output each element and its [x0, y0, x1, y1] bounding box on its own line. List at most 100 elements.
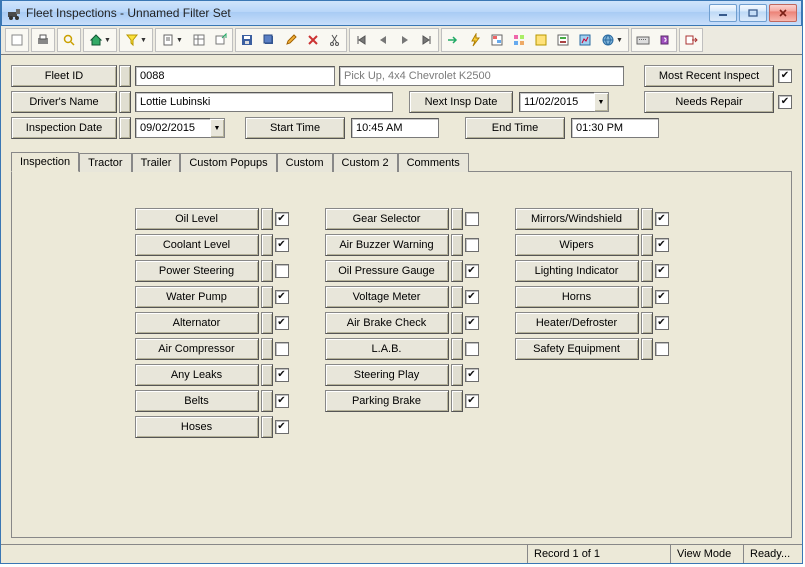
keyboard-icon[interactable] — [633, 30, 653, 50]
checklist-selector[interactable] — [261, 390, 273, 412]
checklist-selector[interactable] — [261, 234, 273, 256]
checklist-checkbox[interactable] — [275, 238, 289, 252]
checklist-checkbox[interactable] — [275, 394, 289, 408]
module3-icon[interactable] — [531, 30, 551, 50]
inspection-date-input[interactable]: 09/02/2015 — [135, 118, 211, 138]
checklist-label[interactable]: Oil Pressure Gauge — [325, 260, 449, 282]
globe-icon[interactable]: ▼ — [597, 30, 627, 50]
checklist-selector[interactable] — [641, 260, 653, 282]
checklist-checkbox[interactable] — [275, 212, 289, 226]
home-dropdown-icon[interactable]: ▼ — [85, 30, 115, 50]
module2-icon[interactable] — [509, 30, 529, 50]
checklist-label[interactable]: L.A.B. — [325, 338, 449, 360]
checklist-checkbox[interactable] — [465, 290, 479, 304]
checklist-label[interactable]: Wipers — [515, 234, 639, 256]
fleet-id-label[interactable]: Fleet ID — [11, 65, 117, 87]
checklist-selector[interactable] — [261, 286, 273, 308]
save-icon[interactable] — [237, 30, 257, 50]
search-icon[interactable] — [59, 30, 79, 50]
module1-icon[interactable] — [487, 30, 507, 50]
checklist-checkbox[interactable] — [655, 264, 669, 278]
checklist-selector[interactable] — [451, 338, 463, 360]
checklist-checkbox[interactable] — [275, 264, 289, 278]
checklist-selector[interactable] — [641, 338, 653, 360]
close-button[interactable] — [769, 4, 797, 22]
next-insp-date-label[interactable]: Next Insp Date — [409, 91, 513, 113]
checklist-selector[interactable] — [261, 338, 273, 360]
checklist-selector[interactable] — [451, 260, 463, 282]
checklist-checkbox[interactable] — [465, 394, 479, 408]
checklist-selector[interactable] — [641, 234, 653, 256]
checklist-selector[interactable] — [261, 312, 273, 334]
checklist-label[interactable]: Gear Selector — [325, 208, 449, 230]
checklist-checkbox[interactable] — [465, 264, 479, 278]
page-dropdown-icon[interactable]: ▼ — [157, 30, 187, 50]
next-icon[interactable] — [395, 30, 415, 50]
checklist-checkbox[interactable] — [655, 238, 669, 252]
checklist-selector[interactable] — [261, 260, 273, 282]
delete-icon[interactable] — [303, 30, 323, 50]
checklist-checkbox[interactable] — [465, 238, 479, 252]
tab-trailer[interactable]: Trailer — [132, 153, 181, 172]
checklist-label[interactable]: Air Compressor — [135, 338, 259, 360]
checklist-selector[interactable] — [641, 208, 653, 230]
inspection-date-label[interactable]: Inspection Date — [11, 117, 117, 139]
save-all-icon[interactable] — [259, 30, 279, 50]
checklist-checkbox[interactable] — [275, 316, 289, 330]
inspection-date-selector[interactable] — [119, 117, 131, 139]
checklist-label[interactable]: Any Leaks — [135, 364, 259, 386]
checklist-label[interactable]: Parking Brake — [325, 390, 449, 412]
exit-icon[interactable] — [681, 30, 701, 50]
first-icon[interactable] — [351, 30, 371, 50]
checklist-label[interactable]: Hoses — [135, 416, 259, 438]
module5-icon[interactable] — [575, 30, 595, 50]
checklist-label[interactable]: Steering Play — [325, 364, 449, 386]
checklist-selector[interactable] — [451, 208, 463, 230]
checklist-label[interactable]: Air Buzzer Warning — [325, 234, 449, 256]
checklist-label[interactable]: Mirrors/Windshield — [515, 208, 639, 230]
minimize-button[interactable] — [709, 4, 737, 22]
inspection-date-dropdown-icon[interactable]: ▼ — [210, 118, 225, 138]
checklist-selector[interactable] — [641, 312, 653, 334]
tab-inspection[interactable]: Inspection — [11, 152, 79, 172]
tab-comments[interactable]: Comments — [398, 153, 469, 172]
drivers-name-input[interactable]: Lottie Lubinski — [135, 92, 393, 112]
checklist-label[interactable]: Voltage Meter — [325, 286, 449, 308]
fleet-id-input[interactable]: 0088 — [135, 66, 335, 86]
checklist-label[interactable]: Oil Level — [135, 208, 259, 230]
checklist-label[interactable]: Heater/Defroster — [515, 312, 639, 334]
start-time-input[interactable]: 10:45 AM — [351, 118, 439, 138]
checklist-label[interactable]: Belts — [135, 390, 259, 412]
end-time-input[interactable]: 01:30 PM — [571, 118, 659, 138]
next-insp-date-dropdown-icon[interactable]: ▼ — [594, 92, 609, 112]
filter-icon[interactable]: ▼ — [121, 30, 151, 50]
checklist-selector[interactable] — [641, 286, 653, 308]
checklist-checkbox[interactable] — [465, 212, 479, 226]
print-icon[interactable] — [33, 30, 53, 50]
checklist-label[interactable]: Lighting Indicator — [515, 260, 639, 282]
tab-tractor[interactable]: Tractor — [79, 153, 131, 172]
next-insp-date-input[interactable]: 11/02/2015 — [519, 92, 595, 112]
checklist-checkbox[interactable] — [655, 290, 669, 304]
checklist-selector[interactable] — [261, 208, 273, 230]
module4-icon[interactable] — [553, 30, 573, 50]
cut-icon[interactable] — [325, 30, 345, 50]
last-icon[interactable] — [417, 30, 437, 50]
maximize-button[interactable] — [739, 4, 767, 22]
checklist-checkbox[interactable] — [275, 420, 289, 434]
most-recent-checkbox[interactable] — [778, 69, 792, 83]
checklist-label[interactable]: Safety Equipment — [515, 338, 639, 360]
edit-icon[interactable] — [281, 30, 301, 50]
checklist-selector[interactable] — [261, 416, 273, 438]
checklist-label[interactable]: Horns — [515, 286, 639, 308]
checklist-checkbox[interactable] — [275, 290, 289, 304]
needs-repair-label[interactable]: Needs Repair — [644, 91, 774, 113]
fleet-id-selector[interactable] — [119, 65, 131, 87]
prev-icon[interactable] — [373, 30, 393, 50]
checklist-checkbox[interactable] — [465, 316, 479, 330]
tab-custom-2[interactable]: Custom 2 — [333, 153, 398, 172]
checklist-checkbox[interactable] — [275, 368, 289, 382]
checklist-label[interactable]: Coolant Level — [135, 234, 259, 256]
goto-icon[interactable] — [443, 30, 463, 50]
checklist-checkbox[interactable] — [655, 212, 669, 226]
